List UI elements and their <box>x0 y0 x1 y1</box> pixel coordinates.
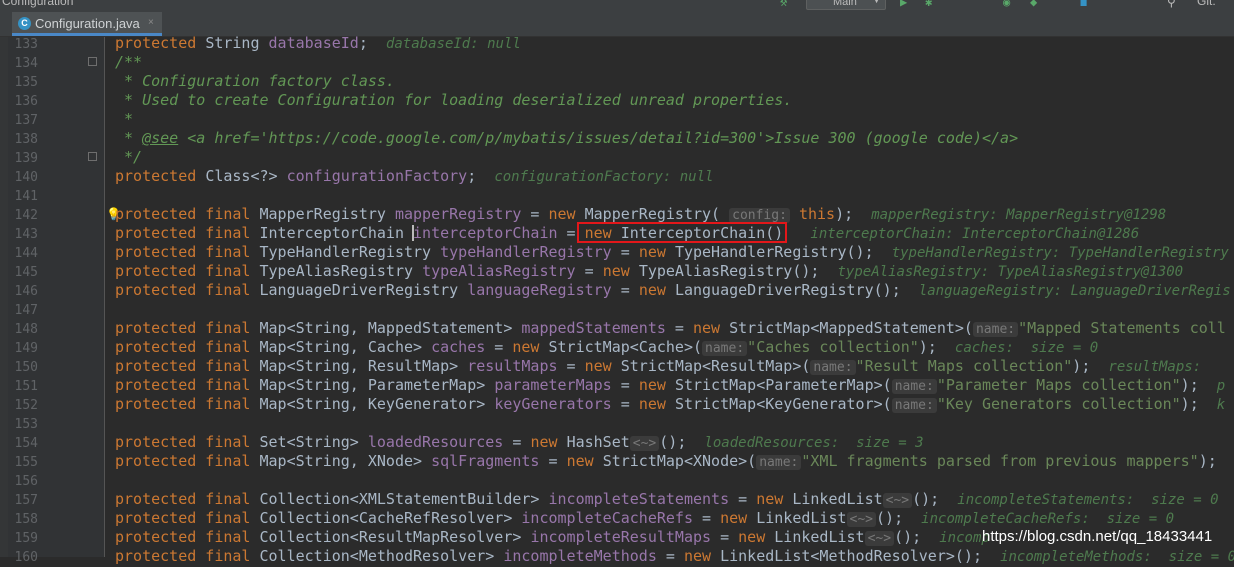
inline-debug-value: mapperRegistry: MapperRegistry@1298 <box>871 207 1167 223</box>
hammer-icon[interactable]: ⚒ <box>780 0 787 9</box>
inline-debug-value: configurationFactory: null <box>494 169 714 185</box>
line-number: 147 <box>14 303 38 318</box>
inline-debug-value: typeAliasRegistry: TypeAliasRegistry@130… <box>837 264 1184 280</box>
line-number: 151 <box>14 379 38 394</box>
line-number: 157 <box>14 493 38 508</box>
param-hint: name: <box>972 322 1019 337</box>
code-line-137: * <box>115 110 134 128</box>
line-number: 153 <box>14 417 38 432</box>
vcs-diff-strip <box>0 37 8 557</box>
tab-title: Configuration.java <box>35 16 140 31</box>
inline-debug-value: languageRegistry: LanguageDriverRegis <box>918 283 1231 299</box>
line-number: 137 <box>14 113 38 128</box>
code-line-160: protected final Collection<MethodResolve… <box>115 547 1234 567</box>
line-number: 133 <box>14 37 38 52</box>
code-line-146: protected final LanguageDriverRegistry l… <box>115 281 1231 299</box>
line-number: 144 <box>14 246 38 261</box>
code-line-136: * Used to create Configuration for loadi… <box>115 91 793 109</box>
line-number: 148 <box>14 322 38 337</box>
inline-debug-value: caches: size = 0 <box>954 340 1099 356</box>
fold-icon[interactable] <box>88 152 97 161</box>
line-number: 138 <box>14 132 38 147</box>
line-number: 158 <box>14 512 38 527</box>
line-number: 152 <box>14 398 38 413</box>
line-number: 150 <box>14 360 38 375</box>
code-line-133: protected String databaseId; databaseId:… <box>115 34 521 52</box>
code-line-158: protected final Collection<CacheRefResol… <box>115 509 1175 527</box>
line-number: 134 <box>14 56 38 71</box>
line-number: 141 <box>14 189 38 204</box>
search-icon[interactable]: ⚲ <box>1167 0 1176 9</box>
line-number: 156 <box>14 474 38 489</box>
inline-debug-value: incompleteStatements: size = 0 <box>957 492 1219 508</box>
code-line-145: protected final TypeAliasRegistry typeAl… <box>115 262 1184 280</box>
param-hint: name: <box>891 398 937 413</box>
code-line-151: protected final Map<String, ParameterMap… <box>115 376 1226 394</box>
inline-debug-value: resultMaps: <box>1108 359 1202 375</box>
code-line-139: */ <box>115 148 143 166</box>
inline-debug-value: interceptorChain: InterceptorChain@1286 <box>810 226 1140 242</box>
line-number: 142 <box>14 208 38 223</box>
run-icon[interactable]: ▶ <box>900 0 907 9</box>
line-number: 139 <box>14 151 38 166</box>
profile-icon[interactable]: ◆ <box>1030 0 1037 9</box>
param-hint: config: <box>729 208 790 223</box>
inline-debug-value: p <box>1216 378 1226 394</box>
line-number: 145 <box>14 265 38 280</box>
diamond-fold: <~> <box>846 512 877 527</box>
chevron-down-icon: ▼ <box>872 0 881 5</box>
param-hint: name: <box>810 360 856 375</box>
window-title: Configuration <box>2 0 74 8</box>
code-line-148: protected final Map<String, MappedStatem… <box>115 319 1226 337</box>
param-hint: name: <box>891 379 937 394</box>
code-line-157: protected final Collection<XMLStatementB… <box>115 490 1219 508</box>
inline-debug-value: incompleteCacheRefs: size = 0 <box>921 511 1175 527</box>
line-number: 140 <box>14 170 38 185</box>
line-number: 159 <box>14 531 38 546</box>
code-line-150: protected final Map<String, ResultMap> r… <box>115 357 1202 375</box>
diamond-fold: <~> <box>864 531 895 546</box>
code-line-152: protected final Map<String, KeyGenerator… <box>115 395 1226 413</box>
git-label: Git: <box>1197 0 1216 8</box>
stop-icon[interactable]: ◼ <box>1080 0 1087 9</box>
highlight-box <box>577 222 787 243</box>
code-line-138: * @see <a href='https://code.google.com/… <box>115 129 1019 147</box>
code-line-134: /** <box>115 53 143 71</box>
code-line-159: protected final Collection<ResultMapReso… <box>115 528 990 546</box>
line-number: 154 <box>14 436 38 451</box>
tab-configuration-java[interactable]: C Configuration.java × <box>12 12 162 36</box>
inline-debug-value: k <box>1216 397 1226 413</box>
fold-icon[interactable] <box>88 57 97 66</box>
diamond-fold: <~> <box>629 436 660 451</box>
line-number: 135 <box>14 75 38 90</box>
line-number: 155 <box>14 455 38 470</box>
line-number: 160 <box>14 550 38 565</box>
run-config-label: Main <box>833 0 857 8</box>
param-hint: name: <box>756 455 802 470</box>
line-number: 136 <box>14 94 38 109</box>
close-icon[interactable]: × <box>148 17 154 28</box>
code-line-135: * Configuration factory class. <box>115 72 395 90</box>
diamond-fold: <~> <box>882 493 913 508</box>
top-toolbar: Configuration ⚒ Main ▼ ▶ ✱ ◉ ◆ ◼ ⚲ Git: <box>0 0 1234 12</box>
run-configuration-select[interactable]: Main ▼ <box>806 0 886 10</box>
inline-debug-value: loadedResources: size = 3 <box>704 435 924 451</box>
class-icon: C <box>18 17 31 30</box>
code-line-149: protected final Map<String, Cache> cache… <box>115 338 1099 356</box>
line-number: 143 <box>14 227 38 242</box>
coverage-icon[interactable]: ◉ <box>1003 0 1010 9</box>
param-hint: name: <box>702 341 748 356</box>
code-line-155: protected final Map<String, XNode> sqlFr… <box>115 452 1217 470</box>
code-line-140: protected Class<?> configurationFactory;… <box>115 167 714 185</box>
inline-debug-value: incompleteMethods: size = 0 <box>1000 549 1234 565</box>
line-number: 149 <box>14 341 38 356</box>
watermark: https://blog.csdn.net/qq_18433441 <box>982 528 1213 545</box>
code-line-154: protected final Set<String> loadedResour… <box>115 433 924 451</box>
debug-icon[interactable]: ✱ <box>925 0 932 9</box>
text-caret <box>412 225 414 241</box>
code-line-144: protected final TypeHandlerRegistry type… <box>115 243 1229 261</box>
inline-debug-value: typeHandlerRegistry: TypeHandlerRegistry <box>891 245 1229 261</box>
line-number: 146 <box>14 284 38 299</box>
